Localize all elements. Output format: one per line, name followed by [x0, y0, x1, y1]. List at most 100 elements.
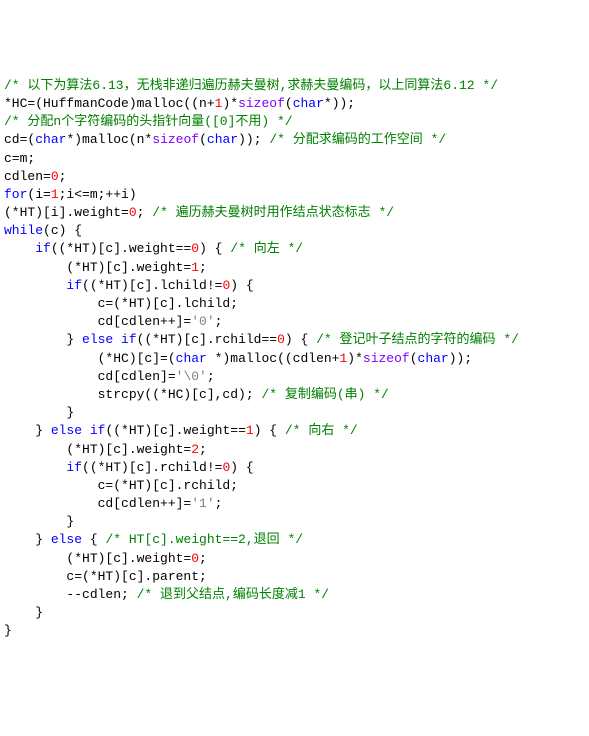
- token-plain: ((*HT)[c].lchild!=: [82, 278, 222, 293]
- code-line: strcpy((*HC)[c],cd); /* 复制编码(串) */: [4, 386, 585, 404]
- token-plain: ;i<=m;++i): [59, 187, 137, 202]
- token-plain: (*HT)[c].weight=: [4, 551, 191, 566]
- code-block: /* 以下为算法6.13，无栈非递归遍历赫夫曼树,求赫夫曼编码，以上同算法6.1…: [4, 77, 585, 641]
- token-plain: {: [82, 532, 105, 547]
- token-nm: 0: [191, 551, 199, 566]
- token-plain: }: [4, 514, 74, 529]
- token-kw: else: [51, 532, 82, 547]
- token-plain: *)malloc(n*: [66, 132, 152, 147]
- token-kw: char: [176, 351, 207, 366]
- code-line: } else if((*HT)[c].rchild==0) { /* 登记叶子结…: [4, 331, 585, 349]
- code-line: (*HT)[c].weight=2;: [4, 441, 585, 459]
- code-line: /* 以下为算法6.13，无栈非递归遍历赫夫曼树,求赫夫曼编码，以上同算法6.1…: [4, 77, 585, 95]
- token-plain: (: [285, 96, 293, 111]
- token-plain: (*HC)[c]=(: [4, 351, 176, 366]
- token-plain: }: [4, 405, 74, 420]
- token-nm: 0: [51, 169, 59, 184]
- token-cm: /* 向右 */: [285, 423, 358, 438]
- token-plain: ((*HT)[c].weight==: [105, 423, 245, 438]
- token-kw: char: [35, 132, 66, 147]
- token-nm: 1: [246, 423, 254, 438]
- token-nm: 2: [191, 442, 199, 457]
- code-line: cd[cdlen++]='1';: [4, 495, 585, 513]
- code-line: } else if((*HT)[c].weight==1) { /* 向右 */: [4, 422, 585, 440]
- token-plain: (c) {: [43, 223, 82, 238]
- token-plain: ;: [199, 551, 207, 566]
- token-plain: strcpy((*HC)[c],cd);: [4, 387, 261, 402]
- code-line: cd[cdlen++]='0';: [4, 313, 585, 331]
- token-plain: ;: [207, 369, 215, 384]
- code-line: if((*HT)[c].lchild!=0) {: [4, 277, 585, 295]
- token-plain: (*HT)[c].weight=: [4, 260, 191, 275]
- code-line: while(c) {: [4, 222, 585, 240]
- token-kw: if: [90, 423, 106, 438]
- code-line: }: [4, 404, 585, 422]
- code-line: *HC=(HuffmanCode)malloc((n+1)*sizeof(cha…: [4, 95, 585, 113]
- token-cm: /* 登记叶子结点的字符的编码 */: [316, 332, 519, 347]
- token-plain: ) {: [230, 460, 253, 475]
- token-plain: [4, 241, 35, 256]
- token-plain: }: [4, 605, 43, 620]
- token-ty: sizeof: [238, 96, 285, 111]
- code-line: c=(*HT)[c].rchild;: [4, 477, 585, 495]
- token-kw: while: [4, 223, 43, 238]
- token-plain: ;: [199, 260, 207, 275]
- token-plain: ((*HT)[c].rchild==: [137, 332, 277, 347]
- token-plain: (i=: [27, 187, 50, 202]
- code-line: (*HT)[i].weight=0; /* 遍历赫夫曼树时用作结点状态标志 */: [4, 204, 585, 222]
- token-plain: cd[cdlen]=: [4, 369, 176, 384]
- code-line: cdlen=0;: [4, 168, 585, 186]
- token-plain: (*HT)[c].weight=: [4, 442, 191, 457]
- token-cm: /* 分配n个字符编码的头指针向量([0]不用) */: [4, 114, 293, 129]
- token-plain: (: [199, 132, 207, 147]
- token-cm: /* 分配求编码的工作空间 */: [269, 132, 446, 147]
- token-plain: ) {: [254, 423, 285, 438]
- token-nm: 1: [191, 260, 199, 275]
- code-line: cd=(char*)malloc(n*sizeof(char)); /* 分配求…: [4, 131, 585, 149]
- code-line: for(i=1;i<=m;++i): [4, 186, 585, 204]
- token-plain: [82, 423, 90, 438]
- token-st: '\0': [176, 369, 207, 384]
- token-kw: else: [51, 423, 82, 438]
- token-plain: (*HT)[i].weight=: [4, 205, 129, 220]
- token-nm: 0: [277, 332, 285, 347]
- token-plain: ));: [238, 132, 269, 147]
- token-cm: /* 向左 */: [230, 241, 303, 256]
- code-line: c=(*HT)[c].parent;: [4, 568, 585, 586]
- code-line: }: [4, 604, 585, 622]
- code-line: (*HC)[c]=(char *)malloc((cdlen+1)*sizeof…: [4, 350, 585, 368]
- token-st: '0': [191, 314, 214, 329]
- token-plain: }: [4, 532, 51, 547]
- token-plain: --cdlen;: [4, 587, 137, 602]
- token-plain: ;: [215, 496, 223, 511]
- token-plain: (: [410, 351, 418, 366]
- token-plain: ));: [449, 351, 472, 366]
- token-plain: [4, 278, 66, 293]
- code-line: } else { /* HT[c].weight==2,退回 */: [4, 531, 585, 549]
- token-nm: 0: [129, 205, 137, 220]
- token-plain: *));: [324, 96, 355, 111]
- token-plain: [113, 332, 121, 347]
- code-line: c=(*HT)[c].lchild;: [4, 295, 585, 313]
- token-ty: sizeof: [363, 351, 410, 366]
- code-line: /* 分配n个字符编码的头指针向量([0]不用) */: [4, 113, 585, 131]
- token-plain: cd[cdlen++]=: [4, 314, 191, 329]
- token-kw: char: [207, 132, 238, 147]
- token-ty: sizeof: [152, 132, 199, 147]
- token-plain: *)malloc((cdlen+: [207, 351, 340, 366]
- token-plain: [4, 460, 66, 475]
- token-plain: ) {: [285, 332, 316, 347]
- token-cm: /* 退到父结点,编码长度减1 */: [137, 587, 329, 602]
- token-kw: for: [4, 187, 27, 202]
- token-plain: ) {: [199, 241, 230, 256]
- token-plain: ((*HT)[c].weight==: [51, 241, 191, 256]
- code-line: --cdlen; /* 退到父结点,编码长度减1 */: [4, 586, 585, 604]
- code-line: cd[cdlen]='\0';: [4, 368, 585, 386]
- token-plain: )*: [222, 96, 238, 111]
- token-kw: if: [35, 241, 51, 256]
- token-plain: ((*HT)[c].rchild!=: [82, 460, 222, 475]
- token-plain: c=(*HT)[c].lchild;: [4, 296, 238, 311]
- token-kw: if: [66, 460, 82, 475]
- token-plain: cd=(: [4, 132, 35, 147]
- code-line: (*HT)[c].weight=1;: [4, 259, 585, 277]
